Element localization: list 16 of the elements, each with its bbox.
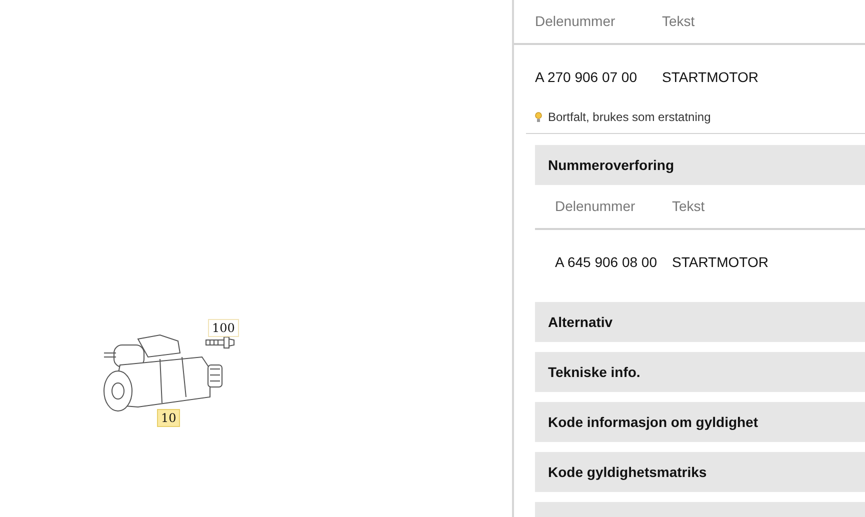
part-description: STARTMOTOR [672, 252, 768, 272]
callout-label[interactable]: 10 [157, 409, 180, 427]
note-text: Bortfalt, brukes som erstatning [548, 109, 711, 126]
section-header[interactable]: Alternativ [535, 302, 865, 342]
part-number: A 270 906 07 00 [535, 68, 638, 86]
section-header[interactable]: Kode gyldighetsmatriks [535, 452, 865, 492]
column-header: Delenummer [535, 12, 616, 31]
section-header[interactable]: Tekniske info. [535, 352, 865, 392]
section-header[interactable]: Kode informasjon om gyldighet [535, 402, 865, 442]
part-number: A 645 906 08 00 [555, 252, 658, 272]
part-description: STARTMOTOR [662, 68, 758, 86]
section-header[interactable]: Nummeroverforing [535, 145, 865, 185]
column-header: Delenummer [555, 197, 636, 216]
callout-label[interactable]: 100 [208, 319, 239, 337]
column-header: Tekst [672, 197, 705, 216]
column-header: Tekst [662, 12, 695, 31]
